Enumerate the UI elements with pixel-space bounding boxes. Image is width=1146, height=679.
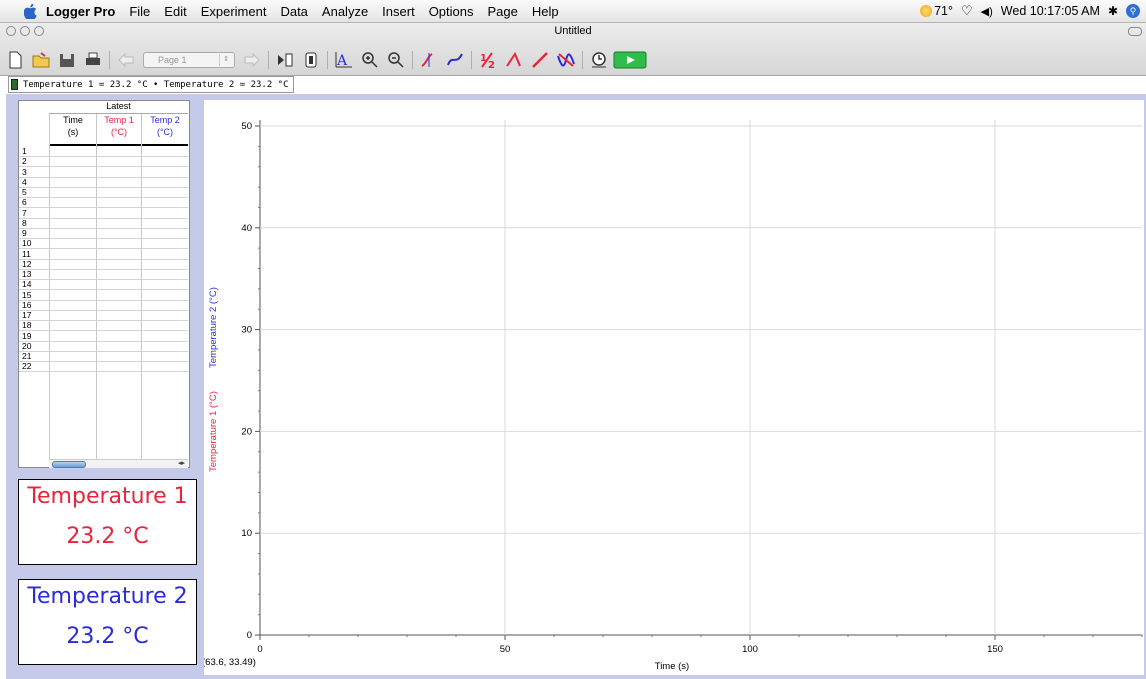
meter-temperature-1[interactable]: Temperature 1 23.2 °C xyxy=(18,479,197,565)
meter-label: Temperature 1 xyxy=(27,484,188,509)
toolbar-separator xyxy=(582,51,583,69)
wifi-icon[interactable]: ♡ xyxy=(961,3,973,19)
bluetooth-icon[interactable]: ✱ xyxy=(1108,4,1118,18)
linear-fit-icon[interactable] xyxy=(527,49,553,71)
menu-data[interactable]: Data xyxy=(273,4,314,19)
meter-value: 23.2 °C xyxy=(66,524,149,549)
y-axis-label-temp1[interactable]: Temperature 1 (°C) xyxy=(208,391,219,472)
autoscale-icon[interactable]: A xyxy=(331,49,357,71)
graph[interactable]: 0 10 20 30 40 50 0 50 100 150 Temperature 1 (°C) … xyxy=(204,100,1144,675)
curve-fit-icon[interactable] xyxy=(553,49,579,71)
statistics-icon[interactable] xyxy=(501,49,527,71)
coordinate-readout: (63.6, 33.49) xyxy=(204,657,256,668)
y-tick-label: 0 xyxy=(247,630,252,641)
menu-extras: 71° ♡ ◀) Wed 10:17:05 AM ✱ ⚲ xyxy=(920,0,1140,22)
svg-text:2: 2 xyxy=(488,60,495,70)
new-file-icon[interactable] xyxy=(2,49,28,71)
x-tick-label: 150 xyxy=(987,644,1003,655)
next-page-icon[interactable] xyxy=(239,49,265,71)
toolbar: Page 1 ⇕ A 12 xyxy=(2,48,648,72)
weather-icon[interactable] xyxy=(920,5,933,17)
scrollbar-thumb[interactable] xyxy=(52,461,86,468)
y-axis-label-temp2[interactable]: Temperature 2 (°C) xyxy=(208,287,219,368)
dataset-header[interactable]: Latest xyxy=(49,101,188,114)
meter-value: 23.2 °C xyxy=(66,624,149,649)
table-icon[interactable] xyxy=(272,49,298,71)
menu-bar: Logger Pro File Edit Experiment Data Ana… xyxy=(0,0,1146,23)
column-header-time[interactable]: Time (s) xyxy=(49,114,96,144)
toolbar-toggle-button[interactable] xyxy=(1128,27,1142,36)
y-tick-label: 30 xyxy=(241,325,252,336)
menu-options[interactable]: Options xyxy=(422,4,481,19)
toolbar-separator xyxy=(268,51,269,69)
clock[interactable]: Wed 10:17:05 AM xyxy=(1001,4,1100,18)
toolbar-separator xyxy=(327,51,328,69)
y-tick-label: 20 xyxy=(241,426,252,437)
toolbar-separator xyxy=(109,51,110,69)
column-unit: (°C) xyxy=(156,127,174,137)
column-name: Time xyxy=(63,115,83,125)
column-name: Temp 2 xyxy=(150,115,180,125)
app-menu[interactable]: Logger Pro xyxy=(38,4,122,19)
data-collection-icon[interactable] xyxy=(586,49,612,71)
header-divider xyxy=(49,144,188,146)
x-tick-label: 100 xyxy=(742,644,758,655)
menu-experiment[interactable]: Experiment xyxy=(194,4,274,19)
menu-page[interactable]: Page xyxy=(481,4,525,19)
menu-analyze[interactable]: Analyze xyxy=(315,4,375,19)
open-folder-icon[interactable] xyxy=(28,49,54,71)
sensor-status-line: Temperature 1 = 23.2 °C • Temperature 2 … xyxy=(8,76,294,93)
spotlight-icon[interactable]: ⚲ xyxy=(1126,4,1140,18)
window-titlebar: Untitled Page 1 ⇕ A 12 xyxy=(0,23,1146,76)
tangent-icon[interactable] xyxy=(442,49,468,71)
apple-icon[interactable] xyxy=(23,3,38,20)
page-select[interactable]: Page 1 ⇕ xyxy=(143,52,235,68)
weather-temp[interactable]: 71° xyxy=(934,4,953,18)
y-tick-label: 50 xyxy=(241,121,252,132)
menu-edit[interactable]: Edit xyxy=(157,4,193,19)
interface-device-icon xyxy=(11,79,18,90)
zoom-in-icon[interactable] xyxy=(357,49,383,71)
zoom-out-icon[interactable] xyxy=(383,49,409,71)
save-icon[interactable] xyxy=(54,49,80,71)
meter-label: Temperature 2 xyxy=(27,584,188,609)
x-tick-label: 50 xyxy=(500,644,511,655)
column-unit: (°C) xyxy=(110,127,128,137)
collect-button[interactable] xyxy=(612,49,648,71)
print-icon[interactable] xyxy=(80,49,106,71)
column-header-temp1[interactable]: Temp 1 (°C) xyxy=(96,114,141,144)
toolbar-separator xyxy=(471,51,472,69)
sensor-readings-text: Temperature 1 = 23.2 °C • Temperature 2 … xyxy=(23,79,289,90)
table-row xyxy=(19,371,188,373)
column-header-temp2[interactable]: Temp 2 (°C) xyxy=(141,114,188,144)
toolbar-separator xyxy=(412,51,413,69)
scroll-arrows-icon[interactable]: ◂▸ xyxy=(178,459,185,467)
menu-help[interactable]: Help xyxy=(525,4,566,19)
meter-temperature-2[interactable]: Temperature 2 23.2 °C xyxy=(18,579,197,665)
column-unit: (s) xyxy=(67,127,79,137)
data-table[interactable]: Latest Time (s) Temp 1 (°C) Temp 2 (°C) … xyxy=(18,100,190,468)
y-tick-label: 10 xyxy=(241,528,252,539)
y-tick-label: 40 xyxy=(241,223,252,234)
x-tick-label: 0 xyxy=(257,644,262,655)
graph-canvas[interactable]: 010203040500 50 100 150 Temperature 1 (°C) … xyxy=(204,100,1144,675)
volume-icon[interactable]: ◀) xyxy=(981,5,993,18)
page-select-value: Page 1 xyxy=(158,55,187,65)
integral-icon[interactable]: 12 xyxy=(475,49,501,71)
menu-insert[interactable]: Insert xyxy=(375,4,422,19)
sensor-icon[interactable] xyxy=(298,49,324,71)
examine-icon[interactable] xyxy=(416,49,442,71)
column-name: Temp 1 xyxy=(104,115,134,125)
table-horizontal-scrollbar[interactable]: ◂▸ xyxy=(49,459,188,468)
previous-page-icon[interactable] xyxy=(113,49,139,71)
window-title: Untitled xyxy=(554,25,592,37)
page-select-arrows-icon: ⇕ xyxy=(219,54,232,66)
menu-file[interactable]: File xyxy=(122,4,157,19)
x-axis-label[interactable]: Time (s) xyxy=(655,661,689,672)
